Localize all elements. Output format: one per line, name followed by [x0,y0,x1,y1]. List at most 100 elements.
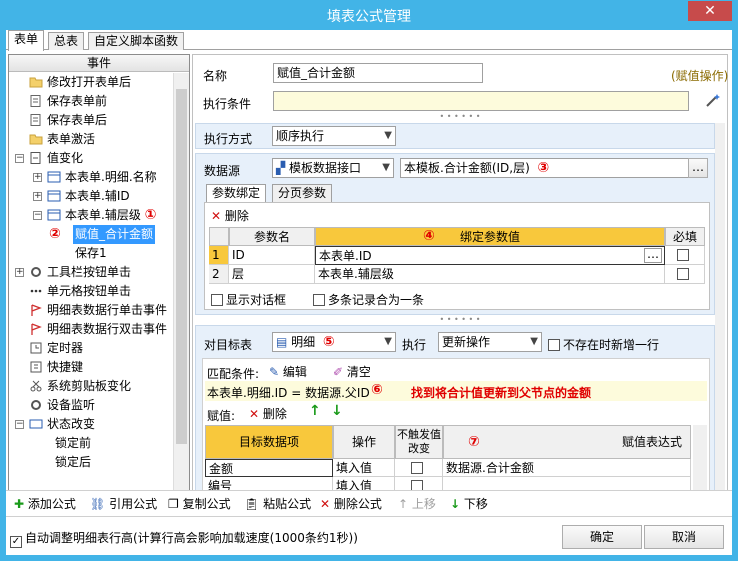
collapse-toggle[interactable]: − [15,154,24,163]
param-value-cell[interactable]: 本表单.ID… [315,246,665,265]
marker-6: ⑥ [371,382,383,398]
edit-button[interactable]: ✎ 编辑 [269,363,307,380]
match-expression-row[interactable]: 本表单.明细.ID = 数据源.父ID ⑥ 找到将合计值更新到父节点的金额 [205,381,707,401]
required-checkbox[interactable] [677,268,689,280]
expand-toggle[interactable]: + [33,192,42,201]
name-input[interactable]: 赋值_合计金额 [273,63,483,83]
exec-operation-select[interactable]: 更新操作 ▼ [438,332,542,352]
clear-button[interactable]: ✐ 清空 [333,363,371,380]
cancel-button[interactable]: 取消 [644,525,724,549]
ellipsis-button[interactable]: … [644,248,662,263]
condition-input[interactable] [273,91,689,111]
subtab-param-binding[interactable]: 参数绑定 [206,184,267,202]
target-item-cell[interactable]: 金额 [205,459,333,477]
required-checkbox[interactable] [677,249,689,261]
tree-item[interactable]: 保存1 [75,244,107,263]
top-tabs: 表单 总表 自定义脚本函数 [6,30,732,51]
paste-formula-button[interactable]: 📋︎ 粘贴公式 [244,495,311,513]
tree-scrollbar[interactable] [173,73,189,499]
splitter[interactable]: • • • • • • [193,113,727,121]
exec-mode-label: 执行方式 [204,132,253,146]
chevron-down-icon: ▼ [384,336,392,347]
operation-cell[interactable]: 填入值 [333,459,395,477]
tree-item[interactable]: 设备监听 [29,396,95,415]
required-checkbox-cell[interactable] [665,265,705,284]
expand-toggle[interactable]: + [15,268,24,277]
table-icon [47,170,61,183]
no-trigger-checkbox[interactable] [411,462,423,474]
event-tree-panel: 事件 修改打开表单后 保存表单前 保存表单后 表单激活 − 值变化 + 本表单.… [8,54,190,500]
param-name-cell[interactable]: 层 [229,265,315,284]
marker-2-row: ② [49,225,61,244]
tree-item[interactable]: 本表单.辅ID [47,187,130,206]
panel-scrollbar[interactable] [715,123,725,499]
tab-summary[interactable]: 总表 [48,32,85,50]
move-up-button[interactable]: ↑ 上移 [398,495,436,513]
tree-item[interactable]: 保存表单后 [29,111,107,130]
exec-mode-section: 执行方式 顺序执行 ▼ [195,123,715,149]
param-name-cell[interactable]: ID [229,246,315,265]
tree-item[interactable]: 修改打开表单后 [29,73,131,92]
auto-adjust-checkbox[interactable]: ✓ [10,536,22,548]
close-button[interactable]: ✕ [688,1,732,21]
required-checkbox-cell[interactable] [665,246,705,265]
tree-item[interactable]: 状态改变 [29,415,95,434]
tree-item[interactable]: 保存表单前 [29,92,107,111]
insert-if-missing-checkbox[interactable] [548,339,560,351]
merge-rows-option[interactable]: 多条记录合为一条 [313,291,424,308]
expand-toggle[interactable]: + [33,173,42,182]
tree-item[interactable]: 单元格按钮单击 [29,282,131,301]
add-formula-button[interactable]: ✚ 添加公式 [14,495,76,513]
tab-form[interactable]: 表单 [8,30,45,51]
tree-item[interactable]: 工具栏按钮单击 [29,263,131,282]
auto-adjust-option[interactable]: ✓ 自动调整明细表行高(计算行高会影响加载速度(1000条约1秒)) [10,529,358,548]
target-table-select[interactable]: ▤ 明细 ⑤ ▼ [272,332,396,352]
name-label: 名称 [203,69,228,83]
insert-if-missing-option[interactable]: 不存在时新增一行 [548,336,659,353]
no-trigger-cell[interactable] [395,459,443,477]
param-delete-button[interactable]: ✕ 删除 [211,207,249,224]
arrow-up-icon: ↑ [398,497,409,511]
expression-cell[interactable]: 数据源.合计金额 [443,459,691,477]
exec-mode-select[interactable]: 顺序执行 ▼ [272,126,396,146]
scrollbar-thumb[interactable] [176,89,187,444]
tree-item[interactable]: 值变化 [29,149,83,168]
tree-item-selected[interactable]: 赋值_合计金额 [73,225,156,244]
collapse-toggle[interactable]: − [33,211,42,220]
merge-rows-checkbox[interactable] [313,294,325,306]
tree-item[interactable]: 明细表数据行双击事件 [29,320,167,339]
folder-icon [29,75,43,88]
show-dialog-option[interactable]: 显示对话框 [211,291,286,308]
wand-icon[interactable] [705,93,721,110]
arrow-down-icon[interactable]: ↓ [331,403,343,419]
copy-formula-button[interactable]: ❐ 复制公式 [168,495,231,513]
assign-delete-button[interactable]: ✕ 删除 [249,405,287,422]
tree-item[interactable]: 本表单.辅层级 ① [47,206,157,225]
datasource-expression[interactable]: 本模板.合计金额(ID,层) ③ [400,158,690,178]
arrow-up-icon[interactable]: ↑ [309,403,321,419]
tree-item[interactable]: 锁定后 [55,453,91,472]
tree-item[interactable]: 本表单.明细.名称 [47,168,157,187]
subtab-paging-params[interactable]: 分页参数 [272,184,333,202]
ok-button[interactable]: 确定 [562,525,642,549]
datasource-select[interactable]: ▞ 模板数据接口 ▼ [272,158,394,178]
splitter[interactable]: • • • • • • [193,316,727,324]
move-down-button[interactable]: ↓ 下移 [450,495,488,513]
param-value-cell[interactable]: 本表单.辅层级 [315,265,665,284]
eraser-icon: ✐ [333,365,344,379]
tree-item[interactable]: 锁定前 [55,434,91,453]
collapse-toggle[interactable]: − [15,420,24,429]
tree-item[interactable]: 系统剪贴板变化 [29,377,131,396]
delete-formula-button[interactable]: ✕ 删除公式 [320,495,382,513]
tree-item[interactable]: 明细表数据行单击事件 [29,301,167,320]
table-icon [47,189,61,202]
grid-scrollbar[interactable] [693,425,707,495]
tree-item[interactable]: 定时器 [29,339,83,358]
reference-formula-button[interactable]: ⛓ 引用公式 [90,495,157,513]
tree-item[interactable]: 表单激活 [29,130,95,149]
tab-custom-script[interactable]: 自定义脚本函数 [88,32,185,50]
tree-item[interactable]: 快捷键 [29,358,83,377]
ellipsis-button[interactable]: … [688,158,708,178]
show-dialog-checkbox[interactable] [211,294,223,306]
gear-icon [29,265,43,277]
